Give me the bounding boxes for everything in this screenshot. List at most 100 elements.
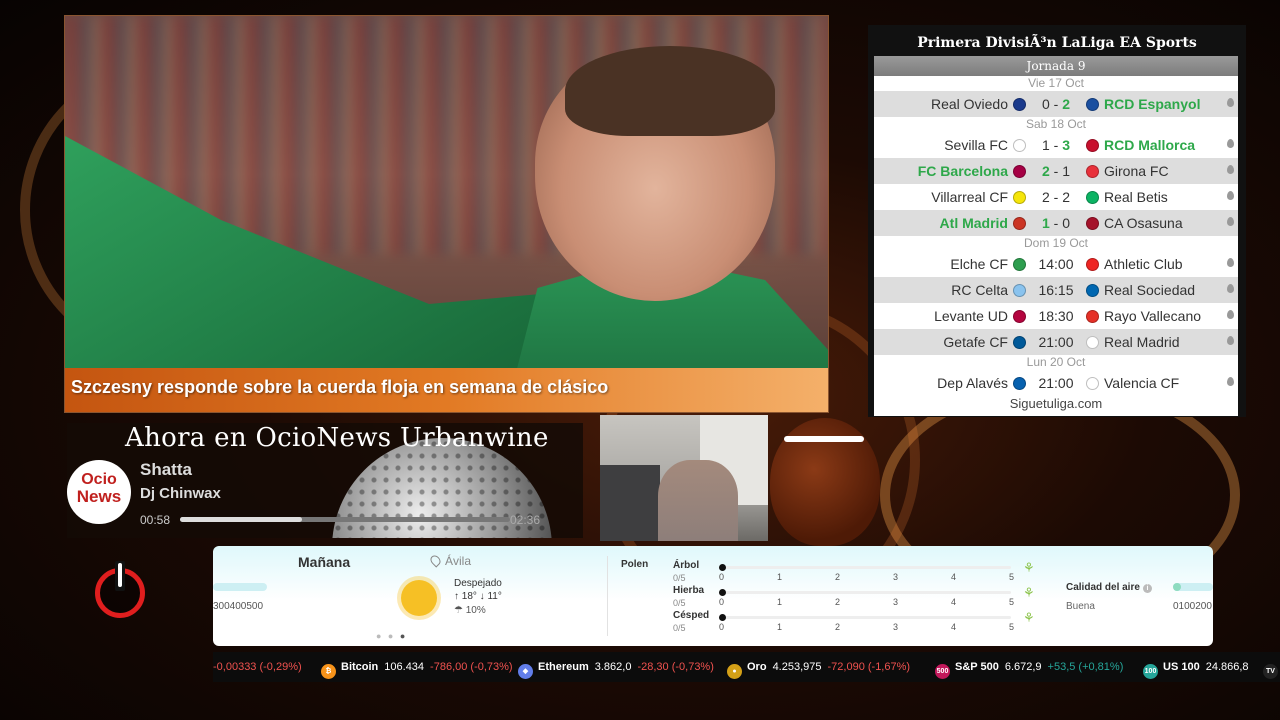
away-crest-icon (1086, 309, 1099, 323)
match-row[interactable]: FC Barcelona 2 - 1 Girona FC (874, 158, 1238, 184)
webcam-chair (600, 465, 660, 541)
away-crest-icon (1086, 257, 1099, 271)
home-crest-icon (1013, 190, 1026, 204)
match-row[interactable]: Sevilla FC 1 - 3 RCD Mallorca (874, 132, 1238, 158)
away-crest-icon (1086, 216, 1099, 230)
news-headline[interactable]: Szczesny responde sobre la cuerda floja … (65, 368, 828, 412)
sun-icon (401, 580, 437, 616)
match-row[interactable]: Villarreal CF 2 - 2 Real Betis (874, 184, 1238, 210)
ticker-item[interactable]: ₿ Bitcoin 106.434 -786,00 (-0,73%) (321, 652, 513, 682)
plant-icon: ⚘ (1023, 585, 1035, 600)
pollen-value: 0/5 (673, 598, 686, 608)
asset-icon: ● (727, 664, 742, 679)
home-crest-icon (1013, 257, 1026, 271)
match-row[interactable]: Dep Alavés 21:00 Valencia CF (874, 370, 1238, 396)
fixture-list: Vie 17 Oct Real Oviedo 0 - 2 RCD Espanyol Sa… (874, 76, 1238, 396)
location-pin-icon (1227, 165, 1234, 174)
league-fixtures: Jornada 9 Vie 17 Oct Real Oviedo 0 - 2 RCD … (874, 56, 1238, 416)
away-team: RCD Mallorca (1104, 137, 1196, 153)
scale-tick: 0 (719, 597, 725, 607)
away-team: Real Madrid (1104, 334, 1180, 350)
match-score: 16:15 (1038, 282, 1074, 298)
webcam-feed (600, 415, 768, 541)
match-row[interactable]: Atl Madrid 1 - 0 CA Osasuna (874, 210, 1238, 236)
home-team: Real Oviedo (930, 96, 1008, 112)
air-quality-title: Calidad del aire i (1066, 582, 1152, 593)
ticker-item[interactable]: ● Oro 4.253,975 -72,090 (-1,67%) (727, 652, 910, 682)
match-row[interactable]: Elche CF 14:00 Athletic Club (874, 251, 1238, 277)
elapsed-time: 00:58 (140, 513, 171, 527)
scale-tick: 1 (777, 597, 783, 607)
scale-tick: 0 (719, 572, 725, 582)
asset-change: -786,00 (-0,73%) (430, 661, 513, 673)
news-panel[interactable]: Szczesny responde sobre la cuerda floja … (64, 15, 829, 413)
asset-icon: TV (1263, 664, 1278, 679)
scale-tick: 0 (719, 622, 725, 632)
league-footer-link[interactable]: Siguetuliga.com (874, 396, 1238, 411)
match-score: 14:00 (1038, 256, 1074, 272)
away-team: Real Sociedad (1104, 282, 1196, 298)
ticker-item[interactable]: -0,00333 (-0,29%) (213, 652, 302, 682)
home-team: RC Celta (951, 282, 1008, 298)
pollen-level-marker (719, 564, 726, 571)
home-team: Dep Alavés (937, 375, 1008, 391)
home-team: Villarreal CF (931, 189, 1008, 205)
away-team: CA Osasuna (1104, 215, 1183, 231)
home-crest-icon (1013, 216, 1026, 230)
song-artist: Dj Chinwax (140, 485, 221, 502)
pollen-track (719, 591, 1011, 594)
carousel-dots[interactable]: ● ● ● (376, 631, 407, 641)
info-icon[interactable]: i (1142, 584, 1152, 593)
forecast-location[interactable]: Ávila (428, 553, 471, 568)
match-score: 2 - 1 (1041, 163, 1071, 179)
scale-tick: 4 (951, 597, 957, 607)
match-day-label: Vie 17 Oct (1028, 76, 1084, 90)
away-crest-icon (1086, 138, 1099, 152)
power-icon[interactable] (95, 561, 145, 618)
scale-tick: 5 (1009, 597, 1015, 607)
match-score: 2 - 2 (1041, 189, 1071, 205)
ticker-item[interactable]: ◆ Ethereum 3.862,0 -28,30 (-0,73%) (518, 652, 714, 682)
air-quality-label: Calidad del aire (1066, 582, 1140, 593)
home-team: FC Barcelona (917, 163, 1008, 179)
asset-name: Ethereum (538, 661, 589, 673)
playback-progress-bar[interactable] (180, 517, 510, 522)
air-quality-scale: 0100200 (1173, 601, 1212, 612)
match-row[interactable]: RC Celta 16:15 Real Sociedad (874, 277, 1238, 303)
home-team: Getafe CF (943, 334, 1008, 350)
plant-icon: ⚘ (1023, 610, 1035, 625)
location-pin-icon (1227, 258, 1234, 267)
location-pin-icon (1227, 284, 1234, 293)
away-crest-icon (1086, 376, 1099, 390)
league-title: Primera DivisiÃ³n LaLiga EA Sports (917, 35, 1197, 51)
location-pin-icon (1227, 336, 1234, 345)
ticker-item[interactable]: 100 US 100 24.866,8 (1143, 652, 1255, 682)
match-row[interactable]: Levante UD 18:30 Rayo Vallecano (874, 303, 1238, 329)
home-crest-icon (1013, 309, 1026, 323)
scale-tick: 3 (893, 622, 899, 632)
away-team: RCD Espanyol (1104, 96, 1201, 112)
temperature-range: ↑ 18° ↓ 11° (454, 591, 502, 602)
location-pin-icon (1227, 217, 1234, 226)
match-row[interactable]: Getafe CF 21:00 Real Madrid (874, 329, 1238, 355)
ticker-item[interactable]: 500 S&P 500 6.672,9 +53,5 (+0,81%) (935, 652, 1123, 682)
ticker-item[interactable]: TV (1263, 652, 1280, 682)
away-crest-icon (1086, 164, 1099, 178)
home-crest-icon (1013, 138, 1026, 152)
pollen-name: Hierba (673, 585, 705, 596)
pollen-track (719, 566, 1011, 569)
match-score: 1 - 0 (1041, 215, 1071, 231)
match-score: 1 - 3 (1041, 137, 1071, 153)
match-day-label: Lun 20 Oct (1026, 355, 1086, 369)
pollen-label: Polen (621, 559, 649, 570)
asset-icon: ◆ (518, 664, 533, 679)
logo-text: Ocio (81, 471, 117, 488)
pollen-name: Césped (673, 610, 710, 621)
away-team: Athletic Club (1104, 256, 1183, 272)
scale-tick: 4 (951, 622, 957, 632)
league-widget: Primera DivisiÃ³n LaLiga EA Sports Jorna… (868, 25, 1246, 417)
scale-bar (213, 583, 267, 591)
location-pin-icon (1227, 377, 1234, 386)
scale-tick: 2 (835, 597, 841, 607)
match-row[interactable]: Real Oviedo 0 - 2 RCD Espanyol (874, 91, 1238, 117)
